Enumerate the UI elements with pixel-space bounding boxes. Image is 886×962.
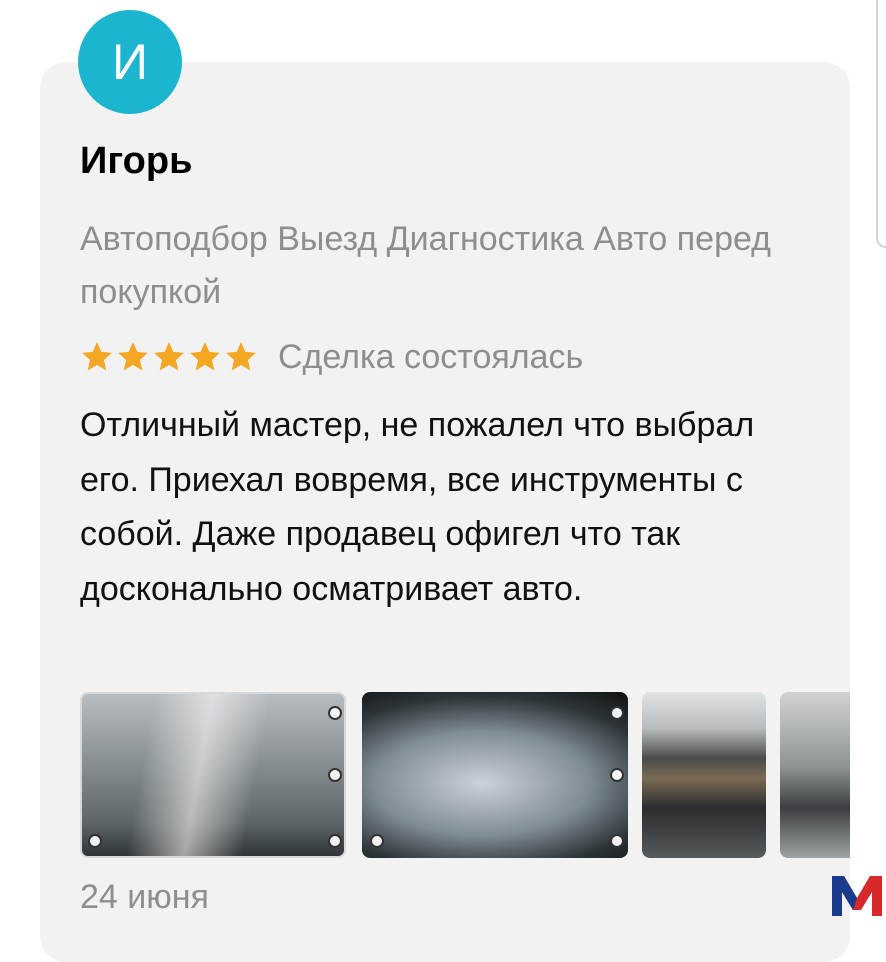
camera-icon: [328, 706, 342, 720]
deal-status: Сделка состоялась: [278, 337, 584, 376]
watermark-logo: [832, 876, 882, 916]
camera-icon: [88, 834, 102, 848]
scrollbar-edge: [876, 0, 886, 248]
star-icon: [190, 342, 220, 371]
review-photo[interactable]: [780, 692, 850, 858]
service-title[interactable]: Автоподбор Выезд Диагностика Авто перед …: [80, 213, 800, 319]
camera-icon: [610, 768, 624, 782]
avatar[interactable]: И: [78, 10, 182, 114]
review-photo[interactable]: [362, 692, 628, 858]
rating-row: Сделка состоялась: [80, 334, 583, 380]
review-date: 24 июня: [80, 878, 209, 916]
camera-icon: [328, 834, 342, 848]
camera-icon: [610, 834, 624, 848]
camera-icon: [610, 706, 624, 720]
review-photo[interactable]: [80, 692, 346, 858]
star-icon: [118, 342, 148, 371]
star-icon: [226, 342, 256, 371]
star-icon: [154, 342, 184, 371]
review-photo[interactable]: [642, 692, 766, 858]
star-icon: [82, 342, 112, 371]
review-text: Отличный мастер, не пожалел что выбрал е…: [80, 406, 755, 608]
camera-icon: [370, 834, 384, 848]
camera-icon: [328, 768, 342, 782]
author-name[interactable]: Игорь: [80, 140, 192, 183]
photo-strip[interactable]: [80, 692, 850, 858]
